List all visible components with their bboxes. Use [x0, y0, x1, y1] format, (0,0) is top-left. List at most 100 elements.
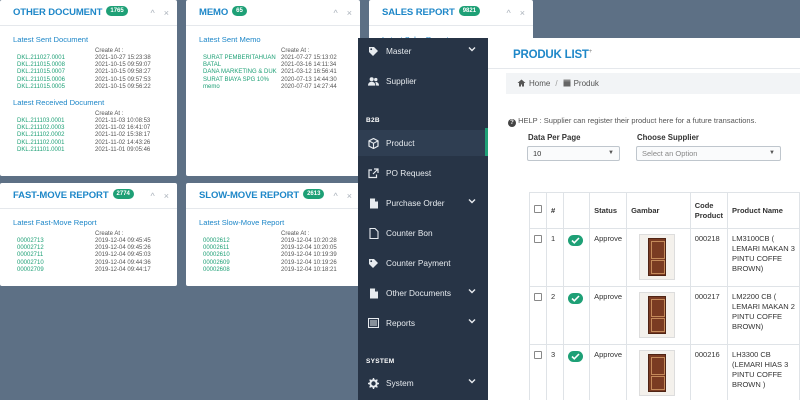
users-icon	[368, 76, 379, 87]
column-header[interactable]: Product Name	[727, 192, 800, 229]
item-link[interactable]: DKL.211102.0002	[13, 132, 95, 139]
gear-icon	[368, 377, 379, 389]
item-link[interactable]: DKL.211102.0001	[13, 140, 95, 147]
close-icon[interactable]: ×	[347, 191, 352, 201]
section-title[interactable]: Latest Slow-Move Report	[199, 218, 347, 227]
product-image[interactable]	[639, 292, 676, 338]
list-item: 00002710 2019-12-04 09:44:36	[13, 260, 164, 267]
item-link[interactable]: 00002608	[199, 267, 281, 274]
sidebar-item-product[interactable]: Product	[358, 130, 488, 156]
column-header[interactable]: Code Product	[689, 192, 729, 229]
sidebar-item-supplier[interactable]: Supplier	[358, 68, 488, 94]
select-all-checkbox[interactable]	[534, 205, 542, 213]
collapse-icon[interactable]: ^	[507, 8, 511, 18]
row-status: Approve	[589, 344, 628, 400]
item-link[interactable]: DKL.211027.0001	[13, 55, 95, 62]
product-image[interactable]	[639, 234, 676, 280]
list-item: 00002608 2019-12-04 10:18:21	[199, 267, 347, 274]
item-link[interactable]: 00002710	[13, 260, 95, 267]
item-link[interactable]: DKL.211015.0007	[13, 69, 95, 76]
slow-move-widget: SLOW-MOVE REPORT 2613 ^ × Latest Slow-Move…	[186, 183, 360, 286]
breadcrumb: Home / Produk	[506, 73, 800, 94]
item-link[interactable]: DKL.211015.0005	[13, 84, 95, 91]
cube-icon	[368, 137, 379, 149]
collapse-icon[interactable]: ^	[151, 191, 155, 201]
section-label-b2b: B2B	[366, 117, 380, 124]
table-row[interactable]: 2 Approve 000217 LM2200 CB ( LEMARI MAKAN 2…	[529, 286, 800, 345]
sidebar-scrollbar[interactable]	[485, 128, 488, 156]
sidebar-item-po-request[interactable]: PO Request	[358, 160, 488, 186]
product-image[interactable]	[639, 350, 676, 396]
item-link[interactable]: 00002711	[13, 252, 95, 259]
section-title[interactable]: Latest Fast-Move Report	[13, 218, 164, 227]
item-timestamp: 2021-11-02 16:41:07	[95, 125, 151, 132]
item-link[interactable]: SURAT BIAYA SPG 10%	[199, 77, 281, 84]
close-icon[interactable]: ×	[164, 8, 169, 18]
item-link[interactable]: DANA MARKETING & DUK	[199, 69, 281, 76]
breadcrumb-home[interactable]: Home	[529, 79, 550, 88]
item-timestamp: 2019-12-04 09:45:26	[95, 245, 151, 252]
divider	[488, 68, 800, 69]
sidebar-item-counter-payment[interactable]: Counter Payment	[358, 250, 488, 276]
item-link[interactable]: DKL.211015.0008	[13, 62, 95, 69]
sidebar-item-counter-bon[interactable]: Counter Bon	[358, 220, 488, 246]
widget-title: SALES REPORT	[382, 7, 455, 18]
sidebar-item-system[interactable]: System	[358, 370, 488, 396]
other-document-widget: OTHER DOCUMENT 1765 ^ × Latest Sent Docume…	[0, 0, 177, 176]
collapse-icon[interactable]: ^	[334, 191, 338, 201]
section-title[interactable]: Latest Sent Document	[13, 35, 164, 44]
close-icon[interactable]: ×	[164, 191, 169, 201]
section-title[interactable]: Latest Received Document	[13, 98, 164, 107]
supplier-select[interactable]: Select an Option ▼	[636, 146, 781, 161]
list-item: SURAT BIAYA SPG 10% 2020-07-13 14:44:30	[199, 77, 347, 84]
list-item: 00002612 2019-12-04 10:20:28	[199, 238, 347, 245]
item-link[interactable]: 00002612	[199, 238, 281, 245]
item-timestamp: 2019-12-04 10:18:21	[281, 266, 337, 273]
sidebar-item-purchase-order[interactable]: Purchase Order	[358, 190, 488, 216]
column-header[interactable]: Gambar	[626, 192, 691, 229]
item-link[interactable]: DKL.211101.0001	[13, 147, 95, 154]
table-row[interactable]: 1 Approve 000218 LM3100CB ( LEMARI MAKAN 3 …	[529, 228, 800, 287]
item-timestamp: 2019-12-04 10:20:28	[281, 238, 337, 244]
item-link[interactable]: 00002610	[199, 252, 281, 259]
row-code: 000218	[689, 228, 729, 287]
sidebar-item-label: PO Request	[386, 168, 432, 178]
item-link[interactable]: SURAT PEMBERITAHUAN BATAL	[199, 55, 281, 69]
close-icon[interactable]: ×	[520, 8, 525, 18]
row-number: 3	[546, 344, 564, 400]
item-link[interactable]: DKL.211103.0001	[13, 118, 95, 125]
item-link[interactable]: memo	[199, 84, 281, 91]
column-header[interactable]: Status	[589, 192, 628, 229]
column-header: Create At :	[95, 48, 124, 54]
item-link[interactable]: 00002609	[199, 260, 281, 267]
sidebar-item-master[interactable]: Master	[358, 38, 488, 64]
row-image-cell	[626, 344, 691, 400]
caret-down-icon: ▼	[608, 150, 614, 156]
item-link[interactable]: 00002713	[13, 238, 95, 245]
sidebar-item-reports[interactable]: Reports	[358, 310, 488, 336]
section-title[interactable]: Latest Sent Memo	[199, 35, 347, 44]
collapse-icon[interactable]: ^	[151, 8, 155, 18]
list-item: DKL.211015.0008 2021-10-15 09:59:07	[13, 62, 164, 69]
row-checkbox[interactable]	[534, 351, 542, 359]
item-link[interactable]: DKL.211015.0006	[13, 77, 95, 84]
item-link[interactable]: 00002712	[13, 245, 95, 252]
list-item: 00002709 2019-12-04 09:44:17	[13, 267, 164, 274]
table-row[interactable]: 3 Approve 000216 LH3300 CB (LEMARI HIAS 3 P…	[529, 344, 800, 400]
per-page-select[interactable]: 10 ▼	[527, 146, 620, 161]
page-title: PRODUK LIST+	[513, 49, 593, 61]
item-timestamp: 2020-07-13 14:44:30	[281, 76, 337, 83]
list-item: 00002609 2019-12-04 10:19:26	[199, 260, 347, 267]
sidebar-item-other-documents[interactable]: Other Documents	[358, 280, 488, 306]
item-link[interactable]: DKL.211102.0003	[13, 125, 95, 132]
chevron-down-icon	[468, 287, 476, 297]
collapse-icon[interactable]: ^	[334, 8, 338, 18]
item-link[interactable]: 00002611	[199, 245, 281, 252]
close-icon[interactable]: ×	[347, 8, 352, 18]
row-checkbox[interactable]	[534, 235, 542, 243]
column-header[interactable]: #	[546, 192, 564, 229]
list-item: memo 2020-07-07 14:27:44	[199, 84, 347, 91]
row-checkbox[interactable]	[534, 293, 542, 301]
list-item: DKL.211015.0005 2021-10-15 09:56:22	[13, 84, 164, 91]
item-link[interactable]: 00002709	[13, 267, 95, 274]
